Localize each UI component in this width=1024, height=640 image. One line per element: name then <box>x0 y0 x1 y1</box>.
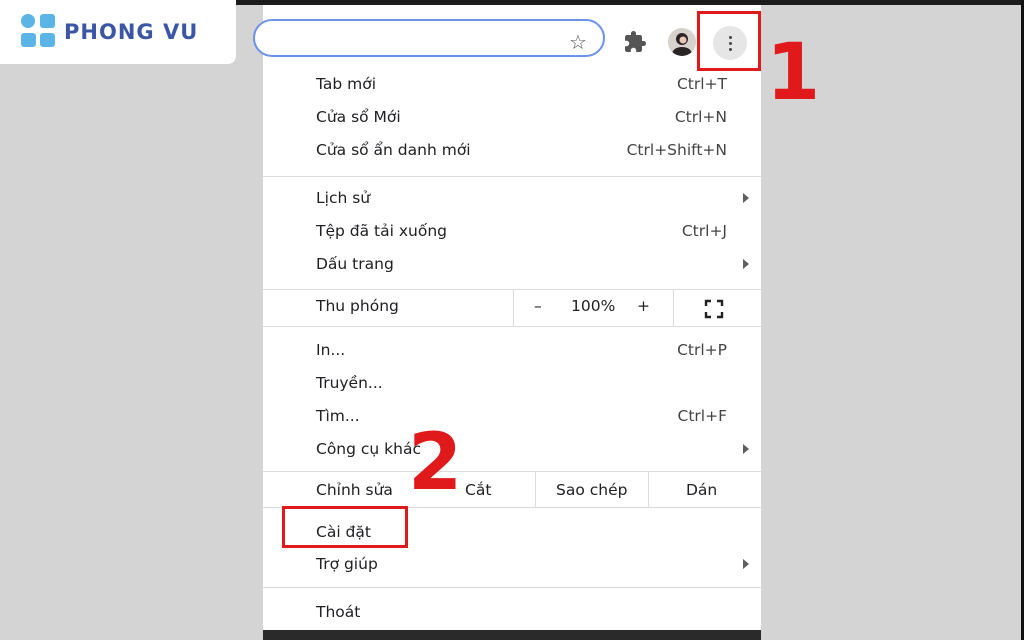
submenu-arrow-icon <box>743 193 749 203</box>
menu-item-downloads[interactable]: Tệp đã tải xuống Ctrl+J <box>263 216 761 248</box>
fullscreen-icon[interactable] <box>704 299 724 319</box>
menu-item-zoom: Thu phóng <box>316 297 399 315</box>
step1-number: 1 <box>766 28 821 118</box>
step1-highlight-box <box>697 11 761 71</box>
menu-divider <box>263 326 761 327</box>
menu-item-new-window[interactable]: Cửa sổ Mới Ctrl+N <box>263 102 761 134</box>
submenu-arrow-icon <box>743 259 749 269</box>
menu-item-bookmarks[interactable]: Dấu trang <box>263 249 761 281</box>
menu-divider <box>263 587 761 588</box>
bottom-border <box>263 630 761 640</box>
copy-button[interactable]: Sao chép <box>556 481 627 499</box>
submenu-arrow-icon <box>743 444 749 454</box>
menu-item-incognito[interactable]: Cửa sổ ẩn danh mới Ctrl+Shift+N <box>263 135 761 167</box>
menu-divider <box>263 471 761 472</box>
cut-button[interactable]: Cắt <box>465 481 491 499</box>
brand-name: PHONG VU <box>64 20 199 44</box>
menu-item-help[interactable]: Trợ giúp <box>263 549 761 581</box>
menu-item-find[interactable]: Tìm... Ctrl+F <box>263 401 761 433</box>
brand-logo-icon <box>21 14 55 47</box>
zoom-out-button[interactable]: – <box>534 297 542 315</box>
step2-highlight-box <box>282 506 408 548</box>
menu-item-history[interactable]: Lịch sử <box>263 183 761 215</box>
profile-avatar[interactable] <box>668 28 696 56</box>
paste-button[interactable]: Dán <box>686 481 717 499</box>
address-bar[interactable] <box>253 19 605 57</box>
puzzle-icon[interactable] <box>623 30 647 54</box>
brand-logo: PHONG VU <box>0 0 236 64</box>
star-icon[interactable]: ☆ <box>566 30 590 54</box>
menu-divider <box>263 289 761 290</box>
menu-item-new-tab[interactable]: Tab mới Ctrl+T <box>263 69 761 101</box>
menu-item-exit[interactable]: Thoát <box>263 597 761 629</box>
submenu-arrow-icon <box>743 559 749 569</box>
menu-divider <box>263 176 761 177</box>
zoom-in-button[interactable]: + <box>637 297 650 315</box>
zoom-level: 100% <box>571 297 616 315</box>
menu-item-cast[interactable]: Truyền... <box>263 368 761 400</box>
avatar-icon <box>668 28 696 56</box>
step2-number: 2 <box>408 418 463 508</box>
menu-item-more-tools[interactable]: Công cụ khác <box>263 434 761 466</box>
menu-item-print[interactable]: In... Ctrl+P <box>263 335 761 367</box>
browser-toolbar: ☆ <box>253 5 761 63</box>
